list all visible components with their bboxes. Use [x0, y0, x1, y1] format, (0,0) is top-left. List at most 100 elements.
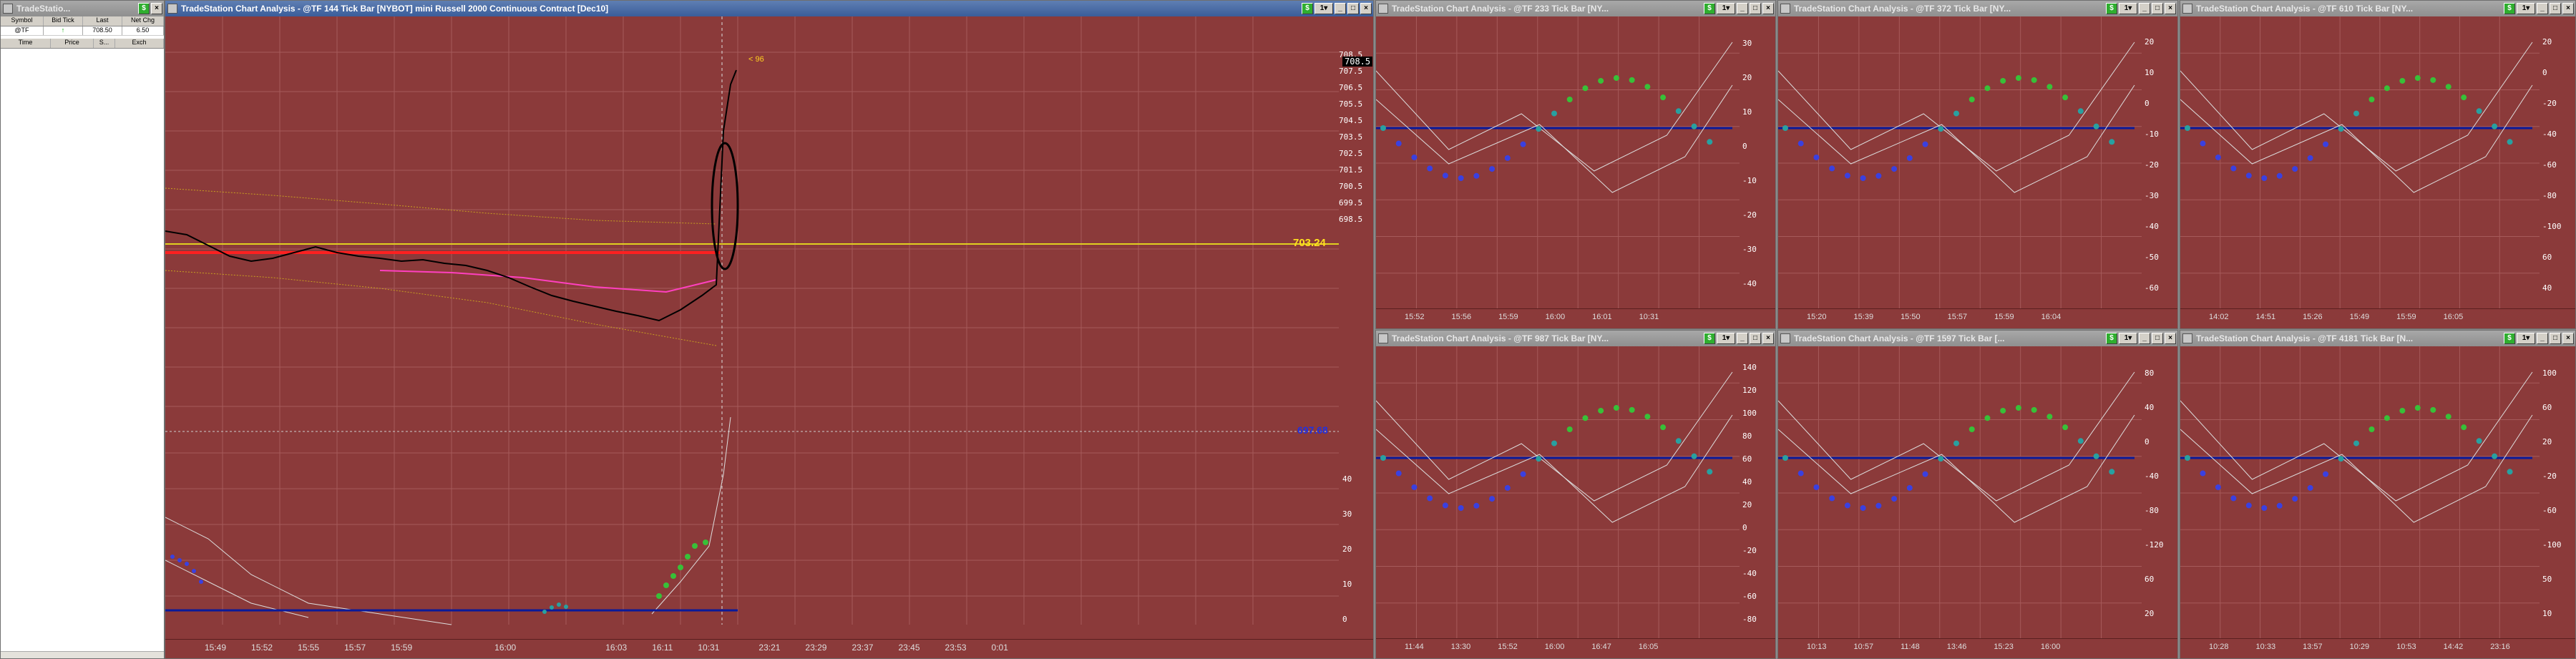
maximize-icon[interactable]: □: [2152, 3, 2163, 14]
close-icon[interactable]: ×: [1762, 333, 1774, 344]
chart-title: TradeStation Chart Analysis - @TF 610 Ti…: [2196, 4, 2414, 14]
minimize-icon[interactable]: _: [2537, 3, 2548, 14]
panel-chart-svg: [1778, 16, 2142, 310]
dollar-icon[interactable]: $: [2504, 3, 2515, 14]
quote-window-titlebar[interactable]: TradeStatio... $ ×: [1, 1, 164, 16]
time-tick: 15:52: [251, 643, 273, 653]
plot-area[interactable]: 100 60 20 -20 -60 -100 50 10: [2180, 346, 2575, 640]
close-icon[interactable]: ×: [2562, 3, 2574, 14]
time-tick: 0:01: [991, 643, 1008, 653]
col-last[interactable]: Last: [83, 16, 122, 26]
time-tick: 15:23: [1994, 643, 2014, 651]
price-axis: 708.5 707.5 706.5 705.5 704.5 703.5 702.…: [1339, 47, 1373, 228]
interval-dropdown[interactable]: 1▾: [1717, 333, 1735, 344]
chart-titlebar[interactable]: TradeStation Chart Analysis - @TF 4181 T…: [2180, 331, 2575, 346]
time-axis: 10:28 10:33 13:57 10:29 10:53 14:42 23:16: [2180, 638, 2575, 658]
minimize-icon[interactable]: _: [1737, 3, 1748, 14]
minimize-icon[interactable]: _: [2139, 3, 2150, 14]
maximize-icon[interactable]: □: [2152, 333, 2163, 344]
time-tick: 16:05: [1638, 643, 1659, 651]
chart-titlebar[interactable]: TradeStation Chart Analysis - @TF 610 Ti…: [2180, 1, 2575, 16]
price-tick: 701.5: [1339, 165, 1363, 175]
close-icon[interactable]: ×: [151, 3, 162, 14]
plot-area[interactable]: 20 10 0 -10 -20 -30 -40 -50 -60: [1778, 16, 2177, 310]
chart-titlebar[interactable]: TradeStation Chart Analysis - @TF 987 Ti…: [1376, 331, 1775, 346]
chart-titlebar[interactable]: TradeStation Chart Analysis - @TF 1597 T…: [1778, 331, 2177, 346]
axis-tick: 0: [1742, 142, 1747, 151]
time-tick: 16:47: [1591, 643, 1611, 651]
plot-area[interactable]: 80 40 0 -40 -80 -120 60 20: [1778, 346, 2177, 640]
horizontal-scrollbar[interactable]: [1, 651, 164, 658]
col-time[interactable]: Time: [1, 39, 51, 48]
interval-dropdown[interactable]: 1▾: [2517, 333, 2535, 344]
axis-tick: -80: [1742, 615, 1757, 624]
col-bid-tick[interactable]: Bid Tick: [44, 16, 83, 26]
maximize-icon[interactable]: □: [2550, 333, 2561, 344]
chart-title: TradeStation Chart Analysis - @TF 987 Ti…: [1392, 333, 1609, 343]
maximize-icon[interactable]: □: [1750, 333, 1761, 344]
bar-count-label: < 96: [748, 55, 764, 64]
close-icon[interactable]: ×: [2562, 333, 2574, 344]
app-icon: [1378, 333, 1388, 343]
minimize-icon[interactable]: _: [2139, 333, 2150, 344]
yellow-level-label: 703.24: [1293, 237, 1326, 249]
main-plot-area[interactable]: 708.5 707.5 706.5 705.5 704.5 703.5 702.…: [165, 16, 1373, 640]
panel-chart-svg: [1376, 16, 1740, 310]
axis-tick: 140: [1742, 363, 1757, 372]
time-tick: 16:03: [605, 643, 628, 653]
price-tick: 698.5: [1339, 215, 1363, 224]
plot-area[interactable]: 20 0 -20 -40 -60 -80 -100 60 40: [2180, 16, 2575, 310]
dollar-icon[interactable]: $: [2504, 333, 2515, 344]
dollar-icon[interactable]: $: [138, 3, 150, 14]
col-size[interactable]: S...: [94, 39, 115, 48]
chart-titlebar[interactable]: TradeStation Chart Analysis - @TF 233 Ti…: [1376, 1, 1775, 16]
value-axis: 80 40 0 -40 -80 -120 60 20: [2145, 356, 2176, 631]
indicator-tick: 40: [1342, 474, 1352, 484]
minimize-icon[interactable]: _: [1335, 3, 1346, 14]
time-axis: 15:49 15:52 15:55 15:57 15:59 16:00 16:0…: [165, 639, 1373, 658]
close-icon[interactable]: ×: [2165, 3, 2176, 14]
indicator-tick: 10: [1342, 580, 1352, 589]
table-row[interactable]: @TF ↑ 708.50 6.50: [1, 26, 164, 36]
time-tick: 10:31: [698, 643, 720, 653]
col-exch[interactable]: Exch: [115, 39, 164, 48]
time-tick: 23:21: [758, 643, 781, 653]
axis-tick: -80: [2145, 506, 2159, 515]
interval-dropdown[interactable]: 1▾: [2119, 333, 2137, 344]
interval-dropdown[interactable]: 1▾: [1314, 3, 1333, 14]
maximize-icon[interactable]: □: [2550, 3, 2561, 14]
col-symbol[interactable]: Symbol: [1, 16, 44, 26]
indicator-tick: 0: [1342, 615, 1347, 624]
time-tick: 15:26: [2303, 313, 2323, 321]
plot-area[interactable]: 30 20 10 0 -10 -20 -30 -40: [1376, 16, 1775, 310]
dollar-icon[interactable]: $: [2106, 333, 2117, 344]
chart-titlebar[interactable]: TradeStation Chart Analysis - @TF 372 Ti…: [1778, 1, 2177, 16]
maximize-icon[interactable]: □: [1347, 3, 1359, 14]
close-icon[interactable]: ×: [1762, 3, 1774, 14]
close-icon[interactable]: ×: [2165, 333, 2176, 344]
time-tick: 16:05: [2443, 313, 2464, 321]
panel-chart-svg: [1778, 346, 2142, 640]
axis-tick: 10: [1742, 107, 1752, 117]
plot-area[interactable]: 140 120 100 80 60 40 20 0 -20 -40 -60 -80: [1376, 346, 1775, 640]
dollar-icon[interactable]: $: [1704, 333, 1715, 344]
dollar-icon[interactable]: $: [2106, 3, 2117, 14]
interval-dropdown[interactable]: 1▾: [2517, 3, 2535, 14]
close-icon[interactable]: ×: [1360, 3, 1372, 14]
col-price[interactable]: Price: [51, 39, 94, 48]
minimize-icon[interactable]: _: [2537, 333, 2548, 344]
time-tick: 23:16: [2490, 643, 2510, 651]
dollar-icon[interactable]: $: [1302, 3, 1313, 14]
interval-dropdown[interactable]: 1▾: [2119, 3, 2137, 14]
time-tick: 15:57: [1947, 313, 1968, 321]
main-chart-titlebar[interactable]: TradeStation Chart Analysis - @TF 144 Ti…: [165, 1, 1373, 16]
col-net-chg[interactable]: Net Chg: [122, 16, 164, 26]
axis-tick: 60: [1742, 454, 1752, 464]
interval-dropdown[interactable]: 1▾: [1717, 3, 1735, 14]
quote-window-title: TradeStatio...: [16, 4, 71, 14]
dollar-icon[interactable]: $: [1704, 3, 1715, 14]
minimize-icon[interactable]: _: [1737, 333, 1748, 344]
price-tick: 702.5: [1339, 149, 1363, 158]
time-tick: 15:59: [1498, 313, 1518, 321]
maximize-icon[interactable]: □: [1750, 3, 1761, 14]
